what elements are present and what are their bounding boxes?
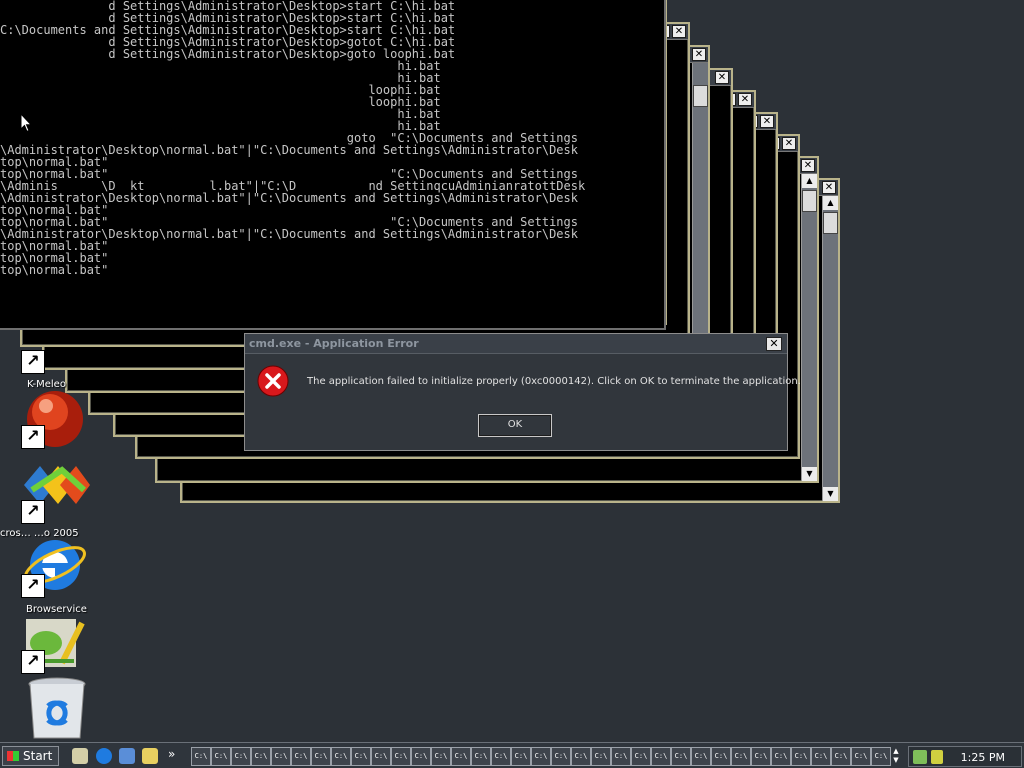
clock: 1:25 PM <box>960 751 1005 764</box>
task-button-cmd[interactable]: C:\ <box>751 747 771 766</box>
task-button-cmd[interactable]: C:\ <box>631 747 651 766</box>
vertical-scrollbar[interactable] <box>692 63 708 368</box>
desktop-icon-recycle-bin[interactable] <box>0 676 86 740</box>
task-button-cmd[interactable]: C:\ <box>431 747 451 766</box>
task-scroll-icon[interactable]: ▲ ▼ <box>890 747 902 766</box>
tray-app-icon[interactable] <box>931 750 943 764</box>
close-button[interactable]: ✕ <box>738 93 752 106</box>
task-button-cmd[interactable]: C:\ <box>771 747 791 766</box>
system-tray: 1:25 PM <box>908 746 1022 767</box>
scroll-thumb[interactable] <box>802 190 817 212</box>
dialog-close-button[interactable]: ✕ <box>766 337 782 351</box>
console-window-main[interactable]: d Settings\Administrator\Desktop>start C… <box>0 0 666 330</box>
shortcut-arrow-icon: ↗ <box>21 425 45 449</box>
task-button-cmd[interactable]: C:\ <box>711 747 731 766</box>
close-button[interactable]: ✕ <box>801 159 815 172</box>
desktop-icon-visual-studio[interactable]: ↗ <box>0 460 90 530</box>
desktop-icon-k-meleon[interactable]: ↗ K-Meleo ↗ <box>0 350 83 450</box>
vertical-scrollbar[interactable]: ▲ ▼ <box>822 196 838 501</box>
windows-media-icon[interactable] <box>142 748 158 764</box>
task-button-cmd[interactable]: C:\ <box>451 747 471 766</box>
task-button-cmd[interactable]: C:\ <box>551 747 571 766</box>
task-button-cmd[interactable]: C:\ <box>291 747 311 766</box>
task-button-cmd[interactable]: C:\ <box>351 747 371 766</box>
task-button-cmd[interactable]: C:\ <box>571 747 591 766</box>
task-button-cmd[interactable]: C:\ <box>231 747 251 766</box>
quick-launch-overflow-icon[interactable]: » <box>168 747 175 761</box>
task-button-cmd[interactable]: C:\ <box>731 747 751 766</box>
task-button-cmd[interactable]: C:\ <box>271 747 291 766</box>
console-output: d Settings\Administrator\Desktop>start C… <box>0 0 586 276</box>
task-button-cmd[interactable]: C:\ <box>211 747 231 766</box>
icon-label: Browservice <box>26 604 87 615</box>
dialog-message: The application failed to initialize pro… <box>307 376 801 387</box>
application-error-dialog[interactable]: cmd.exe - Application Error ✕ The applic… <box>244 333 801 451</box>
task-button-cmd[interactable]: C:\ <box>691 747 711 766</box>
task-button-cmd[interactable]: C:\ <box>371 747 391 766</box>
mouse-pointer-icon <box>20 113 32 133</box>
desktop-icon-internet-explorer[interactable]: cros… …o 2005 ↗ <box>0 528 86 608</box>
desktop-icon-browservice[interactable]: Browservice ↗ <box>0 603 87 675</box>
task-button-cmd[interactable]: C:\ <box>651 747 671 766</box>
ok-button[interactable]: OK <box>478 414 552 437</box>
close-button[interactable]: ✕ <box>822 181 836 194</box>
task-button-cmd[interactable]: C:\ <box>851 747 871 766</box>
network-icon[interactable] <box>913 750 927 764</box>
scroll-thumb[interactable] <box>693 85 708 107</box>
close-button[interactable]: ✕ <box>782 137 796 150</box>
dialog-titlebar[interactable]: cmd.exe - Application Error ✕ <box>245 334 787 354</box>
close-button[interactable]: ✕ <box>692 48 706 61</box>
vertical-scrollbar[interactable]: ▲ ▼ <box>801 174 817 481</box>
windows-logo-icon <box>7 751 19 761</box>
task-button-cmd[interactable]: C:\ <box>491 747 511 766</box>
outlook-express-icon[interactable] <box>119 748 135 764</box>
task-button-cmd[interactable]: C:\ <box>811 747 831 766</box>
task-button-cmd[interactable]: C:\ <box>511 747 531 766</box>
task-button-cmd[interactable]: C:\ <box>871 747 891 766</box>
dialog-title: cmd.exe - Application Error <box>249 337 419 350</box>
shortcut-arrow-icon: ↗ <box>21 500 45 524</box>
scroll-down-icon[interactable]: ▼ <box>823 487 838 501</box>
task-button-cmd[interactable]: C:\ <box>671 747 691 766</box>
task-button-cmd[interactable]: C:\ <box>411 747 431 766</box>
close-button[interactable]: ✕ <box>715 71 729 84</box>
task-button-cmd[interactable]: C:\ <box>471 747 491 766</box>
task-button-cmd[interactable]: C:\ <box>531 747 551 766</box>
shortcut-arrow-icon: ↗ <box>21 574 45 598</box>
task-button-cmd[interactable]: C:\ <box>591 747 611 766</box>
scroll-up-icon[interactable]: ▲ <box>823 196 838 210</box>
task-button-cmd[interactable]: C:\ <box>191 747 211 766</box>
recycle-bin-icon <box>28 677 86 739</box>
task-button-cmd[interactable]: C:\ <box>791 747 811 766</box>
start-label: Start <box>23 749 53 763</box>
console-edge <box>648 0 664 328</box>
task-button-cmd[interactable]: C:\ <box>391 747 411 766</box>
show-desktop-icon[interactable] <box>72 748 88 764</box>
task-button-cmd[interactable]: C:\ <box>331 747 351 766</box>
scroll-up-icon[interactable]: ▲ <box>802 174 817 188</box>
task-button-cmd[interactable]: C:\ <box>311 747 331 766</box>
scroll-thumb[interactable] <box>823 212 838 234</box>
task-button-cmd[interactable]: C:\ <box>251 747 271 766</box>
scroll-down-icon[interactable]: ▼ <box>802 467 817 481</box>
task-button-cmd[interactable]: C:\ <box>831 747 851 766</box>
internet-explorer-icon[interactable] <box>96 748 112 764</box>
shortcut-arrow-icon: ↗ <box>21 350 45 374</box>
start-button[interactable]: Start <box>2 746 59 766</box>
shortcut-arrow-icon: ↗ <box>21 650 45 674</box>
task-button-cmd[interactable]: C:\ <box>611 747 631 766</box>
close-button[interactable]: ✕ <box>672 25 686 38</box>
error-icon <box>257 365 289 397</box>
close-button[interactable]: ✕ <box>760 115 774 128</box>
taskbar: Start » C:\ C:\ C:\ C:\ C:\ C:\ C:\ C:\ C:\ C:\ C:… <box>0 742 1024 768</box>
